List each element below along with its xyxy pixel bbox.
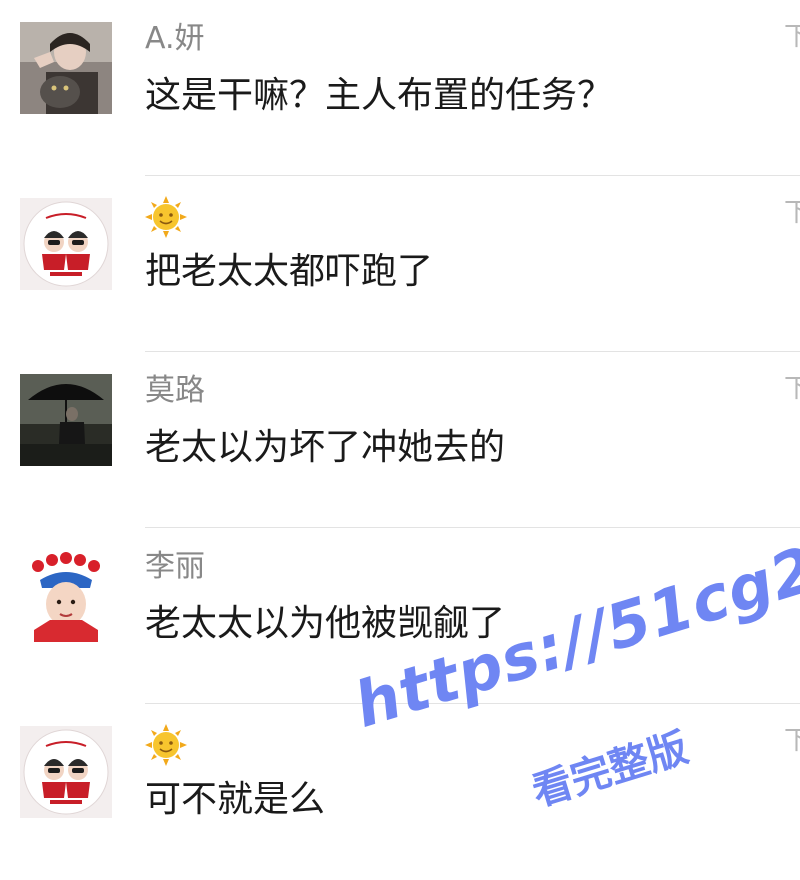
comment-text: 这是干嘛？主人布置的任务？ xyxy=(145,75,614,116)
commenter-name[interactable]: A.妍 xyxy=(145,20,205,58)
comment-item[interactable]: 可不就是么 下 xyxy=(0,704,800,880)
comment-time: 下 xyxy=(784,198,800,228)
commenter-name[interactable]: 李丽 xyxy=(145,548,205,586)
sun-face-emoji-icon[interactable] xyxy=(145,196,187,238)
comment-text: 老太太以为他被觊觎了 xyxy=(145,603,506,644)
commenter-name[interactable]: 莫路 xyxy=(145,372,205,410)
comment-text: 把老太太都吓跑了 xyxy=(145,251,434,292)
comment-item[interactable]: 李丽 老太太以为他被觊觎了 下 xyxy=(0,528,800,704)
comment-item[interactable]: 莫路 老太以为坏了冲她去的 下 xyxy=(0,352,800,528)
avatar[interactable] xyxy=(20,726,112,818)
comment-time: 下 xyxy=(784,726,800,756)
comment-text: 老太以为坏了冲她去的 xyxy=(145,427,506,468)
comment-time: 下 xyxy=(784,22,800,52)
avatar[interactable] xyxy=(20,22,112,114)
comment-item[interactable]: 把老太太都吓跑了 下 xyxy=(0,176,800,352)
sun-face-emoji-icon[interactable] xyxy=(145,724,187,766)
avatar[interactable] xyxy=(20,374,112,466)
comment-time: 下 xyxy=(784,374,800,404)
comment-text: 可不就是么 xyxy=(145,779,326,820)
comment-item[interactable]: A.妍 这是干嘛？主人布置的任务？ 下 xyxy=(0,0,800,176)
comment-time: 下 xyxy=(784,550,800,580)
avatar[interactable] xyxy=(20,198,112,290)
avatar[interactable] xyxy=(20,550,112,642)
